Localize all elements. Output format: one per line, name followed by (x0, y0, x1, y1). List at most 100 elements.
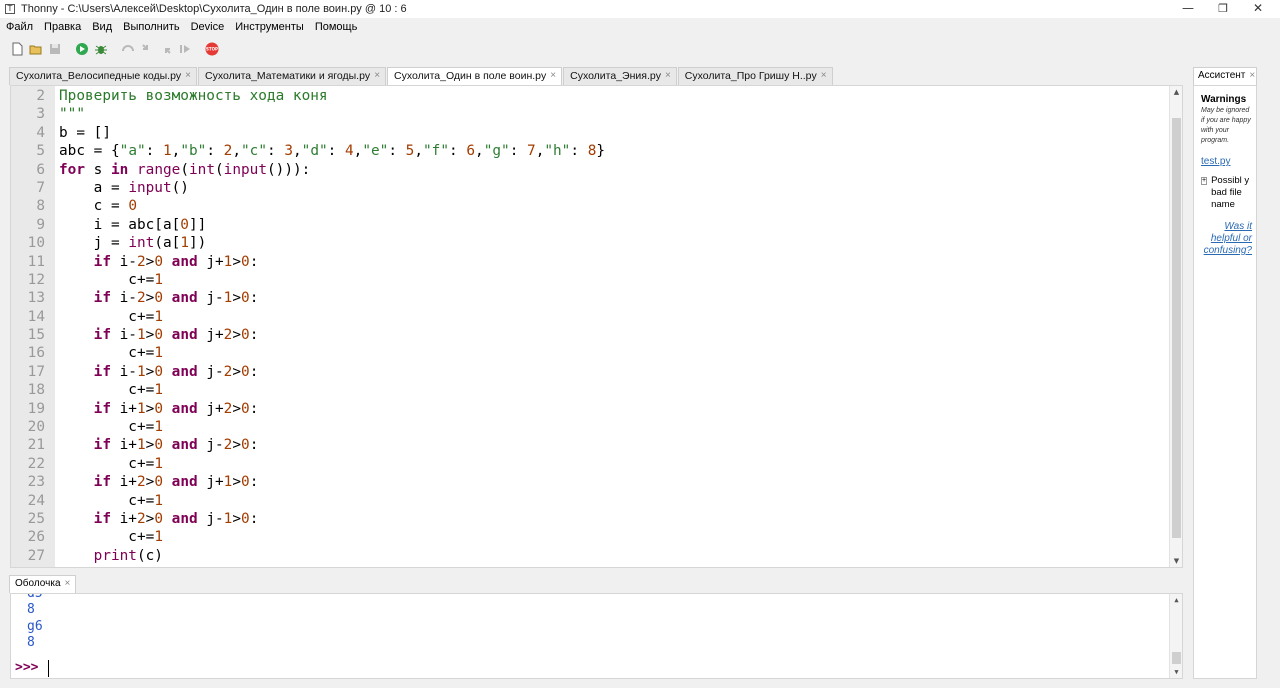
code-line[interactable]: 2 Проверить возможность хода коня (11, 87, 1171, 105)
expand-icon[interactable]: + (1201, 177, 1208, 185)
editor-tab[interactable]: Сухолита_Велосипедные коды.py × (9, 67, 197, 85)
code-line[interactable]: 11 if i-2>0 and j+1>0: (11, 253, 1171, 271)
feedback-link[interactable]: Was it helpful or confusing? (1201, 221, 1252, 257)
code-text[interactable]: c+=1 (59, 492, 163, 510)
tab-close-icon[interactable]: × (374, 70, 380, 81)
code-line[interactable]: 12 c+=1 (11, 271, 1171, 289)
code-text[interactable]: c+=1 (59, 381, 163, 399)
code-line[interactable]: 26 c+=1 (11, 528, 1171, 546)
code-text[interactable]: i = abc[a[0]] (59, 216, 207, 234)
scroll-down-icon[interactable]: ▼ (1170, 555, 1182, 567)
menu-device[interactable]: Device (185, 21, 230, 33)
code-line[interactable]: 20 c+=1 (11, 418, 1171, 436)
editor-tab[interactable]: Сухолита_Математики и ягоды.py × (198, 67, 387, 85)
code-line[interactable]: 5 abc = {"a": 1,"b": 2,"c": 3,"d": 4,"e":… (11, 142, 1171, 160)
menu-tools[interactable]: Инструменты (229, 21, 309, 33)
resume-icon[interactable] (177, 41, 193, 57)
code-line[interactable]: 15 if i-1>0 and j+2>0: (11, 326, 1171, 344)
code-text[interactable]: abc = {"a": 1,"b": 2,"c": 3,"d": 4,"e": … (59, 142, 605, 160)
minimize-button[interactable]: — (1173, 0, 1203, 18)
code-text[interactable]: if i+1>0 and j+2>0: (59, 400, 259, 418)
code-text[interactable]: if i-1>0 and j+2>0: (59, 326, 259, 344)
code-text[interactable]: c+=1 (59, 344, 163, 362)
step-out-icon[interactable] (158, 41, 174, 57)
menu-help[interactable]: Помощь (309, 21, 363, 33)
menu-file[interactable]: Файл (0, 21, 38, 33)
code-text[interactable]: """ (59, 105, 85, 123)
tab-close-icon[interactable]: × (1249, 70, 1255, 81)
tab-close-icon[interactable]: × (185, 70, 191, 81)
assistant-tab[interactable]: Ассистент × (1193, 67, 1257, 85)
code-text[interactable]: j = int(a[1]) (59, 234, 207, 252)
shell-scrollbar[interactable]: ▲ ▼ (1169, 594, 1182, 678)
code-line[interactable]: 25 if i+2>0 and j-1>0: (11, 510, 1171, 528)
tab-close-icon[interactable]: × (665, 70, 671, 81)
code-line[interactable]: 23 if i+2>0 and j+1>0: (11, 473, 1171, 491)
code-text[interactable]: c+=1 (59, 528, 163, 546)
shell-panel[interactable]: d5 8 g6 8 >>> ▲ ▼ (10, 593, 1183, 679)
code-line[interactable]: 27 print(c) (11, 547, 1171, 565)
scroll-up-icon[interactable]: ▲ (1170, 594, 1182, 606)
code-text[interactable]: c+=1 (59, 418, 163, 436)
code-line[interactable]: 14 c+=1 (11, 308, 1171, 326)
save-file-icon[interactable] (47, 41, 63, 57)
code-line[interactable]: 6 for s in range(int(input())): (11, 161, 1171, 179)
scroll-down-icon[interactable]: ▼ (1170, 666, 1182, 678)
code-line[interactable]: 21 if i+1>0 and j-2>0: (11, 436, 1171, 454)
code-line[interactable]: 24 c+=1 (11, 492, 1171, 510)
code-text[interactable]: if i-1>0 and j-2>0: (59, 363, 259, 381)
step-into-icon[interactable] (139, 41, 155, 57)
code-text[interactable]: if i-2>0 and j-1>0: (59, 289, 259, 307)
step-over-icon[interactable] (120, 41, 136, 57)
run-icon[interactable] (74, 41, 90, 57)
code-text[interactable]: if i+2>0 and j+1>0: (59, 473, 259, 491)
code-line[interactable]: 17 if i-1>0 and j-2>0: (11, 363, 1171, 381)
code-text[interactable]: c+=1 (59, 271, 163, 289)
code-text[interactable]: if i+2>0 and j-1>0: (59, 510, 259, 528)
editor-scrollbar[interactable]: ▲ ▼ (1169, 86, 1182, 567)
menu-edit[interactable]: Правка (38, 21, 86, 33)
scrollbar-thumb[interactable] (1172, 652, 1181, 664)
tab-close-icon[interactable]: × (821, 70, 827, 81)
close-window-button[interactable]: ✕ (1243, 0, 1273, 18)
warning-item[interactable]: + Possibl y bad file name (1201, 175, 1252, 211)
code-line[interactable]: 18 c+=1 (11, 381, 1171, 399)
code-area[interactable]: 2 Проверить возможность хода коня 3 """ 4 b =… (11, 87, 1171, 565)
tab-close-icon[interactable]: × (65, 578, 71, 589)
menu-view[interactable]: Вид (86, 21, 117, 33)
menu-run[interactable]: Выполнить (117, 21, 184, 33)
code-text[interactable]: a = input() (59, 179, 189, 197)
editor-tab[interactable]: Сухолита_Про Гришу Н..py × (677, 67, 833, 85)
code-text[interactable]: c+=1 (59, 308, 163, 326)
code-line[interactable]: 10 j = int(a[1]) (11, 234, 1171, 252)
file-link[interactable]: test.py (1201, 156, 1252, 167)
code-line[interactable]: 13 if i-2>0 and j-1>0: (11, 289, 1171, 307)
code-editor[interactable]: 2 Проверить возможность хода коня 3 """ 4 b =… (10, 85, 1183, 568)
debug-icon[interactable] (93, 41, 109, 57)
code-text[interactable]: print(c) (59, 547, 163, 565)
code-text[interactable]: c+=1 (59, 455, 163, 473)
code-text[interactable]: b = [] (59, 124, 111, 142)
new-file-icon[interactable] (9, 41, 25, 57)
tab-close-icon[interactable]: × (550, 70, 556, 81)
code-text[interactable]: if i-2>0 and j+1>0: (59, 253, 259, 271)
code-line[interactable]: 22 c+=1 (11, 455, 1171, 473)
editor-tab[interactable]: Сухолита_Эния.py × (563, 67, 677, 85)
code-line[interactable]: 16 c+=1 (11, 344, 1171, 362)
code-line[interactable]: 9 i = abc[a[0]] (11, 216, 1171, 234)
scroll-up-icon[interactable]: ▲ (1170, 86, 1182, 98)
code-text[interactable]: if i+1>0 and j-2>0: (59, 436, 259, 454)
editor-tab-active[interactable]: Сухолита_Один в поле воин.py × (387, 67, 563, 86)
maximize-button[interactable]: ❐ (1208, 0, 1238, 18)
code-line[interactable]: 19 if i+1>0 and j+2>0: (11, 400, 1171, 418)
shell-tab[interactable]: Оболочка × (9, 575, 77, 593)
stop-icon[interactable]: STOP (204, 41, 220, 57)
code-text[interactable]: Проверить возможность хода коня (59, 87, 328, 105)
code-line[interactable]: 4 b = [] (11, 124, 1171, 142)
code-text[interactable]: for s in range(int(input())): (59, 161, 310, 179)
code-line[interactable]: 8 c = 0 (11, 197, 1171, 215)
scrollbar-thumb[interactable] (1172, 118, 1181, 538)
code-line[interactable]: 7 a = input() (11, 179, 1171, 197)
code-text[interactable]: c = 0 (59, 197, 137, 215)
open-file-icon[interactable] (28, 41, 44, 57)
